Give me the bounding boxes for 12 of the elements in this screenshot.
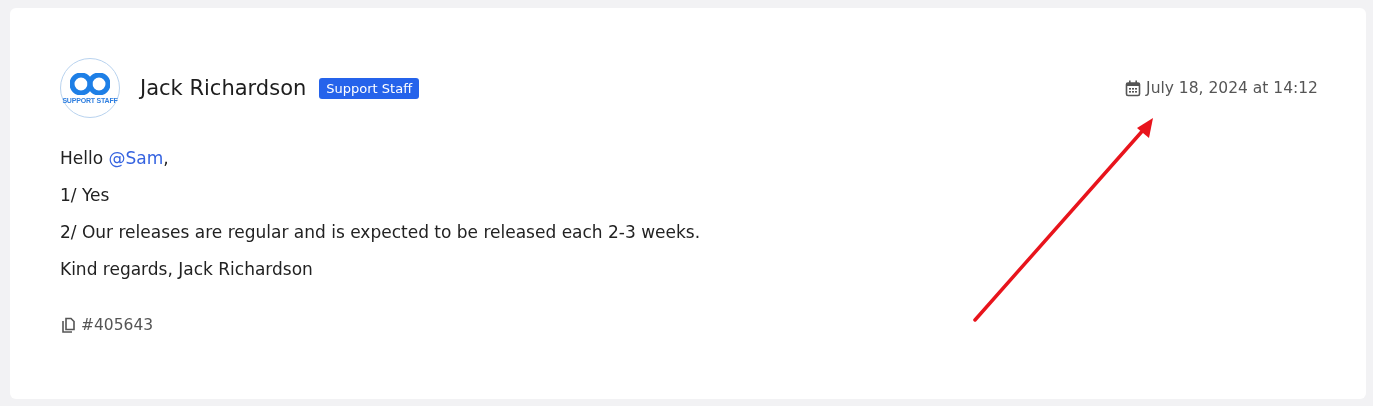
calendar-icon: [1125, 79, 1142, 97]
mention-link[interactable]: @Sam: [108, 148, 164, 168]
message-line: 2/ Our releases are regular and is expected to be released each 2-3 weeks.: [60, 221, 702, 244]
copy-icon[interactable]: [60, 316, 76, 334]
author-name: Jack Richardson: [140, 76, 307, 100]
post-date: July 18, 2024 at 14:12: [1146, 79, 1318, 97]
infinity-logo-icon: [70, 72, 110, 95]
message-line: Hello @Sam,: [60, 147, 170, 170]
message-line: 1/ Yes: [60, 184, 111, 207]
message-line: Kind regards, Jack Richardson: [60, 258, 314, 281]
post-id: #405643: [81, 316, 154, 334]
role-badge: Support Staff: [319, 77, 420, 99]
